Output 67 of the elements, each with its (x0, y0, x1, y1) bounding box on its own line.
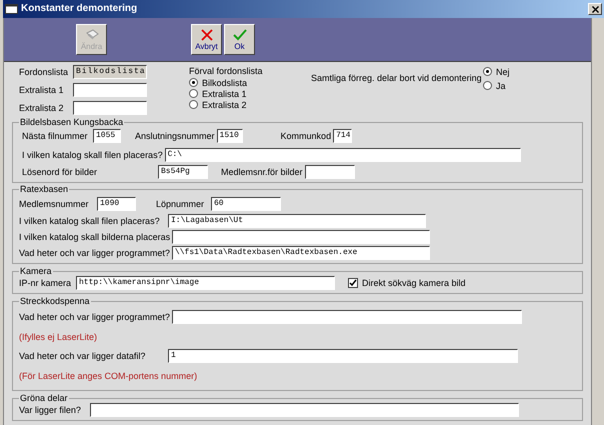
text-field[interactable] (73, 101, 147, 115)
text-field[interactable]: Bilkodslista (73, 65, 147, 79)
checkmark-icon (349, 279, 357, 287)
text-field[interactable]: 60 (211, 197, 281, 211)
text-field[interactable]: Bs54Pg (158, 165, 208, 179)
text-field[interactable]: 714 (333, 129, 352, 143)
text-field[interactable]: 1 (168, 349, 518, 363)
field-label: I vilken katalog skall filen placeras? (22, 149, 164, 161)
cancel-button[interactable]: Avbryt (191, 24, 222, 55)
field-label: Medlemsnr.för bilder (221, 166, 303, 178)
field-label: Lösenord för bilder (22, 166, 98, 178)
window-title: Konstanter demontering (21, 3, 138, 15)
field-label: Nästa filnummer (22, 130, 89, 142)
window-icon (5, 4, 18, 14)
radio-button[interactable] (189, 78, 198, 87)
field-label: IP-nr kamera (19, 277, 72, 289)
text-field[interactable]: \\fs1\Data\Radtexbasen\Radtexbasen.exe (172, 246, 430, 260)
group-title: Ratexbasen (19, 184, 70, 194)
ok-button[interactable]: Ok (224, 24, 255, 55)
radio-button[interactable] (189, 100, 198, 109)
text-field[interactable]: I:\Lagabasen\Ut (168, 214, 426, 228)
field-label: Förval fordonslista (189, 65, 264, 77)
radio-button[interactable] (483, 81, 492, 90)
field-label: Extralista 2 (202, 98, 247, 110)
text-field[interactable]: 1090 (97, 197, 136, 211)
field-label: Anslutningsnummer (135, 130, 215, 142)
field-label: Ja (496, 80, 506, 92)
text-field[interactable] (172, 230, 430, 244)
field-label: Fordonslista (19, 66, 70, 78)
text-field[interactable]: 1510 (216, 129, 243, 143)
field-label: Bilkodslista (202, 76, 248, 88)
field-label: Direkt sökväg kamera bild (362, 277, 466, 289)
field-label: I vilken katalog skall bilderna placeras (19, 231, 172, 243)
group-title: Kamera (19, 266, 53, 276)
field-label: Samtliga förreg. delar bort vid demontering (311, 73, 482, 83)
field-label: Var ligger filen? (19, 404, 82, 416)
text-field[interactable] (172, 310, 522, 324)
text-field[interactable]: http:\\kameransipnr\image (76, 276, 335, 290)
field-label: Vad heter och var ligger programmet? (19, 311, 171, 323)
radio-button[interactable] (189, 89, 198, 98)
group-title: Bildelsbasen Kungsbacka (19, 117, 124, 127)
notepad-pencil-icon (84, 28, 98, 40)
text-field[interactable] (73, 83, 147, 97)
field-label: Löpnummer (156, 198, 206, 210)
field-label: Vad heter och var ligger datafil? (19, 350, 146, 362)
text-field[interactable] (90, 403, 519, 417)
field-label: Extralista 1 (19, 84, 65, 96)
text-field[interactable]: C:\ (164, 148, 521, 162)
close-icon (200, 28, 212, 40)
text-field[interactable]: 1055 (93, 129, 121, 143)
checkmark-icon (232, 28, 246, 40)
field-label: Medlemsnummer (19, 198, 90, 210)
close-icon (592, 6, 598, 12)
field-label: Vad heter och var ligger programmet? (19, 247, 171, 259)
field-label: I vilken katalog skall filen placeras? (19, 215, 161, 227)
close-button[interactable] (588, 3, 602, 15)
field-label: Kommunkod (280, 130, 332, 142)
group-title: Gröna delar (19, 393, 69, 403)
field-label: Nej (496, 66, 510, 78)
checkbox[interactable] (348, 278, 358, 288)
radio-button[interactable] (483, 67, 492, 76)
field-label: Extralista 2 (19, 102, 65, 114)
group-title: Streckkodspenna (19, 296, 91, 306)
field-label: Extralista 1 (202, 88, 247, 100)
text-field[interactable] (304, 165, 355, 179)
hint-text: (Ifylles ej LaserLite) (19, 332, 98, 342)
hint-text: (För LaserLite anges COM-portens nummer) (19, 371, 198, 381)
